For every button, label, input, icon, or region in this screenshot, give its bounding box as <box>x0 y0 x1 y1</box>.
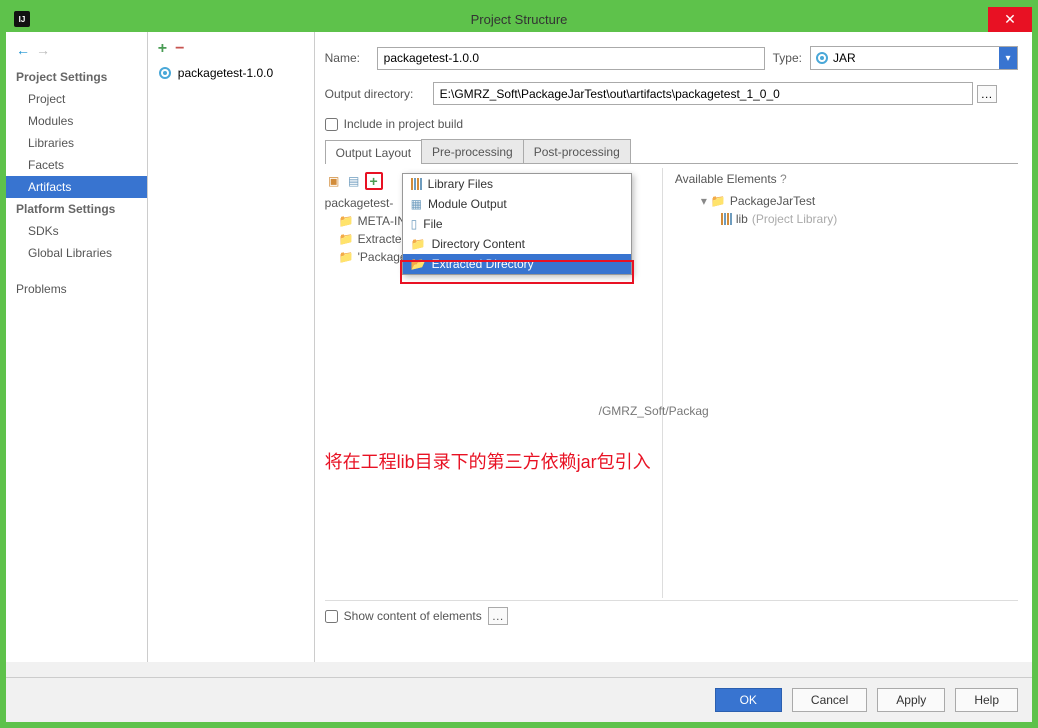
help-icon[interactable]: ? <box>780 172 787 186</box>
file-icon: ▯ <box>411 217 418 231</box>
new-folder-icon[interactable]: ▣ <box>325 172 343 190</box>
folder-icon: 📁 <box>339 232 354 246</box>
menu-directory-content[interactable]: 📁Directory Content <box>403 234 631 254</box>
window-title: Project Structure <box>471 12 568 27</box>
name-label: Name: <box>325 51 377 65</box>
extracted-icon: 📂 <box>411 257 426 271</box>
artifact-list-panel: + − packagetest-1.0.0 <box>148 32 315 662</box>
menu-extracted-directory[interactable]: 📂Extracted Directory <box>403 254 631 274</box>
left-sidebar: ← → Project Settings Project Modules Lib… <box>6 32 148 662</box>
cancel-button[interactable]: Cancel <box>792 688 867 712</box>
section-platform-settings: Platform Settings <box>6 198 147 220</box>
add-popup-menu: Library Files ▦Module Output ▯File 📁Dire… <box>402 173 632 275</box>
new-archive-icon[interactable]: ▤ <box>345 172 363 190</box>
nav-project[interactable]: Project <box>6 88 147 110</box>
nav-problems[interactable]: Problems <box>6 278 147 300</box>
show-content-label: Show content of elements <box>344 609 482 623</box>
available-elements-panel: Available Elements ? ▾ 📁 PackageJarTest … <box>669 168 1018 598</box>
folder-icon: 📁 <box>339 214 354 228</box>
remove-artifact-icon[interactable]: − <box>175 40 184 58</box>
jar-icon <box>158 66 172 80</box>
artifact-label: packagetest-1.0.0 <box>178 66 273 80</box>
name-field[interactable] <box>377 47 765 70</box>
nav-forward-icon[interactable]: → <box>36 42 50 58</box>
help-button[interactable]: Help <box>955 688 1018 712</box>
outdir-field[interactable] <box>433 82 973 105</box>
nav-modules[interactable]: Modules <box>6 110 147 132</box>
titlebar: IJ Project Structure ✕ <box>6 6 1032 32</box>
tab-pre-processing[interactable]: Pre-processing <box>421 139 524 163</box>
nav-facets[interactable]: Facets <box>6 154 147 176</box>
jar-icon <box>815 51 829 65</box>
section-project-settings: Project Settings <box>6 66 147 88</box>
library-icon <box>411 178 422 190</box>
chevron-down-icon: ▾ <box>701 194 707 208</box>
outdir-label: Output directory: <box>325 87 433 101</box>
avail-project[interactable]: ▾ 📁 PackageJarTest <box>675 192 1012 210</box>
folder-icon: 📁 <box>711 194 726 208</box>
available-elements-label: Available Elements <box>675 172 777 186</box>
nav-libraries[interactable]: Libraries <box>6 132 147 154</box>
type-label: Type: <box>773 51 802 65</box>
add-copy-icon[interactable]: + <box>365 172 383 190</box>
type-value: JAR <box>833 51 856 65</box>
include-build-label: Include in project build <box>344 117 463 131</box>
main-panel: Name: Type: JAR ▾ Output directory: … In <box>315 32 1032 662</box>
output-layout-tree: ▣ ▤ + packagetest- 📁META-INF 📁Extracted … <box>325 168 663 598</box>
nav-back-icon[interactable]: ← <box>16 42 30 58</box>
menu-file[interactable]: ▯File <box>403 214 631 234</box>
tab-post-processing[interactable]: Post-processing <box>523 139 631 163</box>
browse-outdir-button[interactable]: … <box>977 85 997 103</box>
add-artifact-icon[interactable]: + <box>158 40 167 58</box>
library-icon <box>721 213 732 225</box>
folder-icon: 📁 <box>411 237 426 251</box>
ok-button[interactable]: OK <box>715 688 782 712</box>
apply-button[interactable]: Apply <box>877 688 945 712</box>
nav-artifacts[interactable]: Artifacts <box>6 176 147 198</box>
button-bar: OK Cancel Apply Help <box>6 677 1032 722</box>
chevron-down-icon: ▾ <box>999 47 1017 69</box>
show-content-more-button[interactable]: … <box>488 607 508 625</box>
show-content-checkbox[interactable] <box>325 610 338 623</box>
include-build-checkbox[interactable] <box>325 118 338 131</box>
menu-module-output[interactable]: ▦Module Output <box>403 194 631 214</box>
tab-output-layout[interactable]: Output Layout <box>325 140 422 164</box>
annotation-text: 将在工程lib目录下的第三方依赖jar包引入 <box>325 448 651 474</box>
type-select[interactable]: JAR ▾ <box>810 46 1018 70</box>
nav-global-libraries[interactable]: Global Libraries <box>6 242 147 264</box>
close-button[interactable]: ✕ <box>988 7 1032 32</box>
nav-sdks[interactable]: SDKs <box>6 220 147 242</box>
module-icon: ▦ <box>411 197 422 211</box>
app-icon: IJ <box>14 11 30 27</box>
clipped-path-text: /GMRZ_Soft/Packag <box>599 404 709 418</box>
artifact-item[interactable]: packagetest-1.0.0 <box>154 64 308 82</box>
avail-lib[interactable]: lib (Project Library) <box>675 210 1012 228</box>
folder-icon: 📁 <box>339 250 354 264</box>
menu-library-files[interactable]: Library Files <box>403 174 631 194</box>
